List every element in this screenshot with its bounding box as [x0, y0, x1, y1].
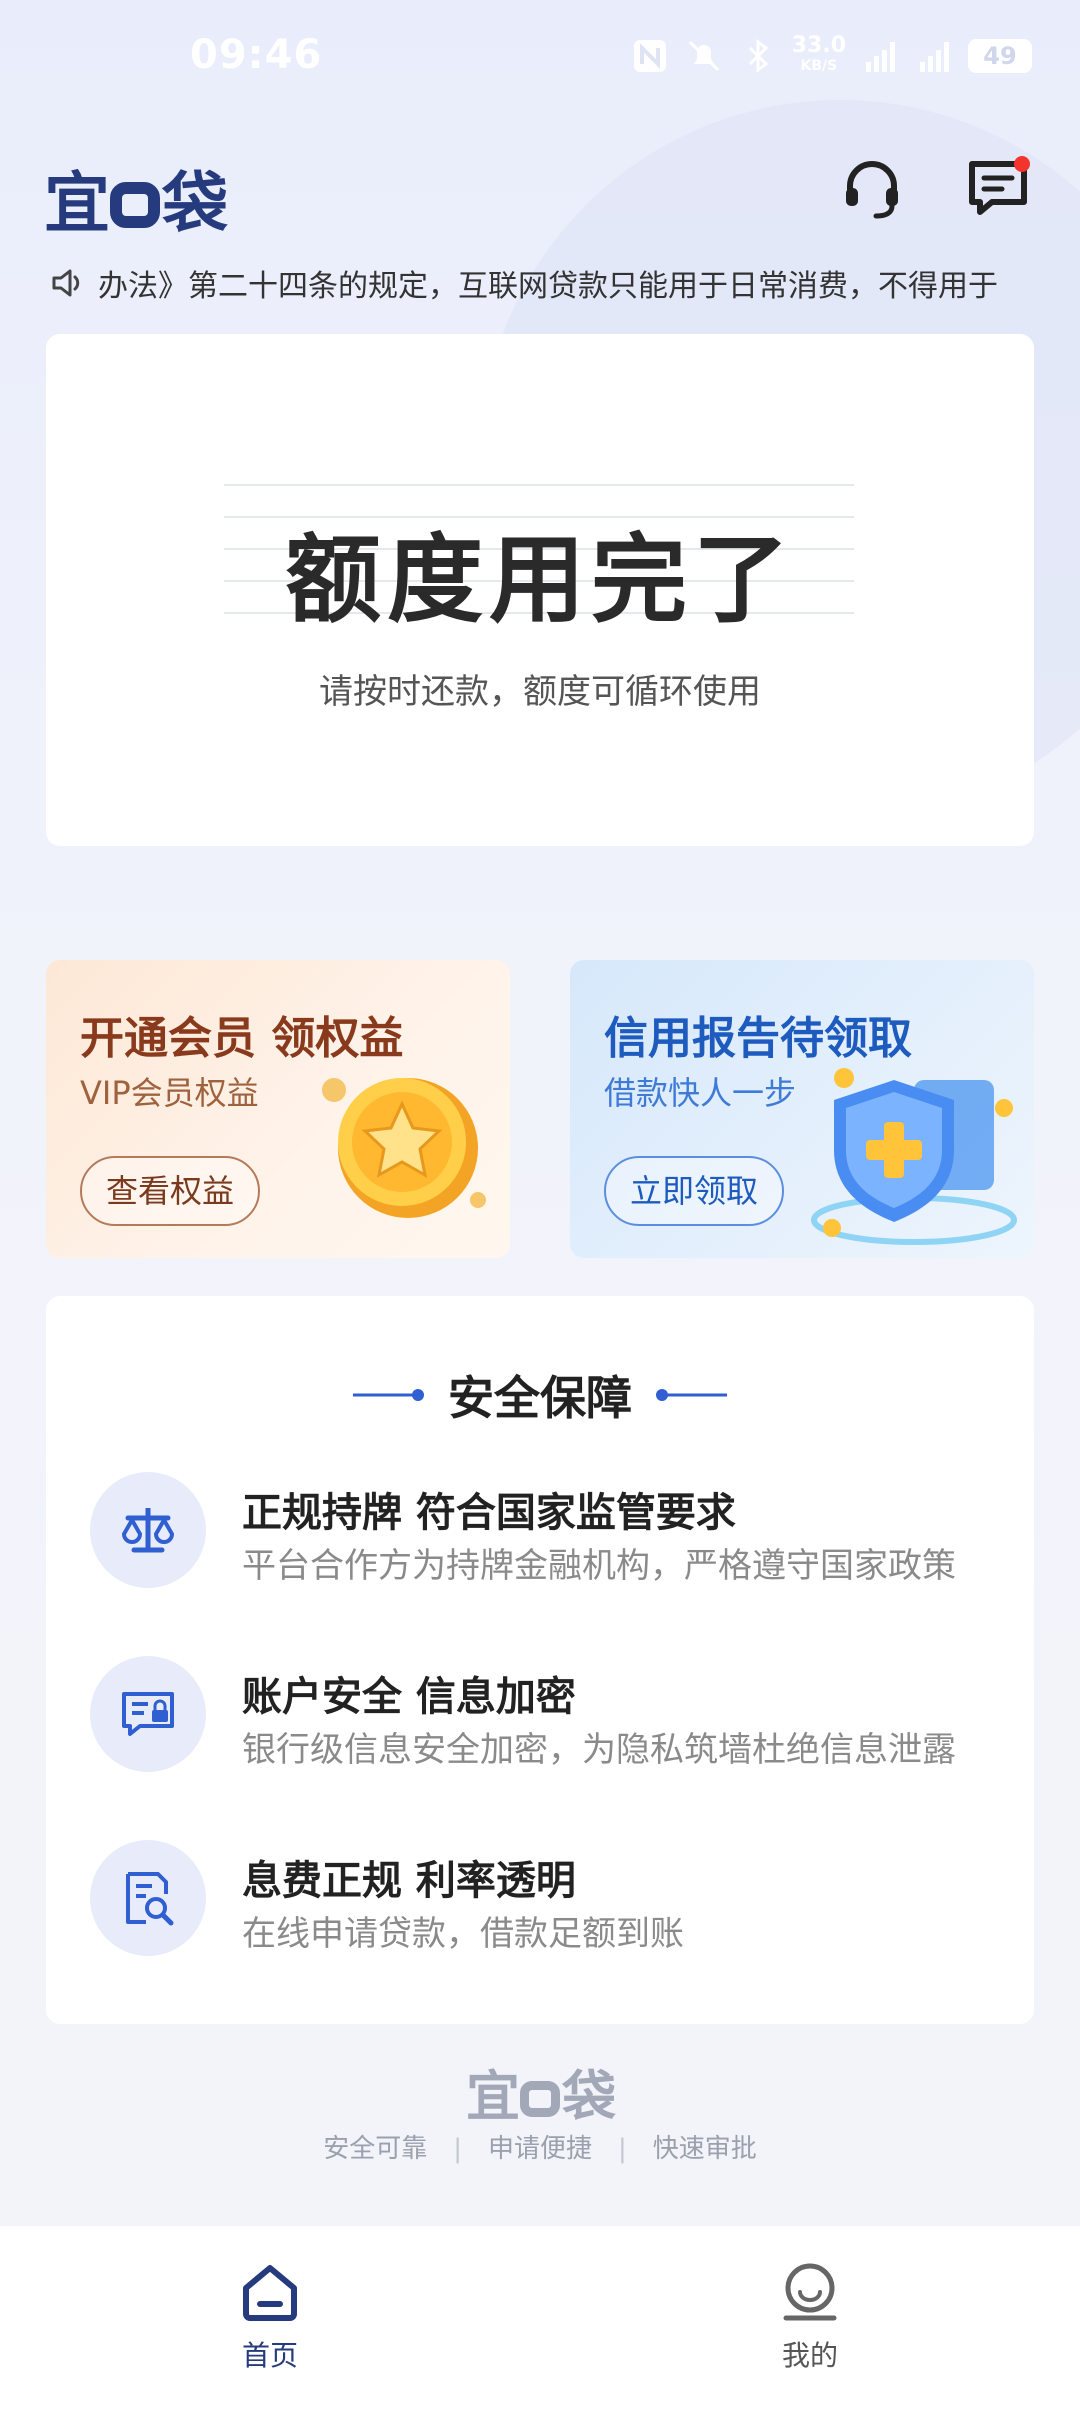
app-header: 宜袋 [0, 140, 1080, 242]
message-button[interactable] [962, 152, 1034, 224]
headset-icon [846, 161, 898, 219]
security-title-row: 安全保障 [46, 1362, 1034, 1428]
security-icon-wrap [90, 1840, 206, 1956]
coin-star-icon [322, 1078, 486, 1218]
vip-promo-subtitle: VIP会员权益 [80, 1074, 259, 1112]
tab-mine[interactable]: 我的 [710, 2260, 910, 2380]
notice-text: 办法》第二十四条的规定，互联网贷款只能用于日常消费，不得用于 [98, 269, 998, 304]
footer-tags: 安全可靠 | 申请便捷 | 快速审批 [323, 2134, 757, 2164]
mute-bell-icon [688, 40, 719, 72]
tab-home[interactable]: 首页 [170, 2260, 370, 2380]
user-face-icon [783, 2263, 837, 2321]
security-item-title: 账户安全 信息加密 [242, 1674, 576, 1720]
security-item-licensed: 正规持牌 符合国家监管要求 平台合作方为持牌金融机构，严格遵守国家政策 [90, 1472, 990, 1592]
shield-plus-icon [811, 1068, 1017, 1245]
unread-badge [1014, 156, 1030, 172]
bottom-tab-bar: 首页 我的 [0, 2226, 1080, 2412]
footer-tag: 快速审批 [652, 2134, 757, 2164]
footer-logo-o-mark [520, 2081, 560, 2117]
security-item-desc: 银行级信息安全加密，为隐私筑墙杜绝信息泄露 [242, 1730, 956, 1770]
balance-scale-icon [121, 1508, 175, 1553]
customer-service-button[interactable] [836, 152, 908, 224]
signal-5g-icon [920, 42, 949, 72]
security-icon-wrap [90, 1472, 206, 1588]
notice-bar[interactable]: 办法》第二十四条的规定，互联网贷款只能用于日常消费，不得用于 [48, 258, 1038, 308]
bluetooth-icon [748, 39, 769, 73]
footer-logo: 宜袋 [466, 2065, 616, 2128]
nfc-icon [633, 40, 666, 72]
signal-4g-icon [866, 42, 895, 72]
title-decoration-right [656, 1389, 728, 1401]
title-decoration-left [352, 1389, 424, 1401]
footer-tag: 申请便捷 [487, 2134, 592, 2164]
claim-now-button[interactable]: 立即领取 [604, 1156, 785, 1226]
quota-title: 额度用完了 [285, 524, 795, 636]
security-item-title: 正规持牌 符合国家监管要求 [242, 1490, 736, 1536]
footer-tag: 安全可靠 [323, 2134, 428, 2164]
secure-card-icon [122, 1692, 174, 1736]
credit-promo-title: 信用报告待领取 [604, 1013, 912, 1064]
tab-mine-label: 我的 [781, 2339, 838, 2372]
app-page: 09:46 33.0 KB/S 49 宜袋 办法》第二十四条的规定，互联网贷款只… [0, 0, 1080, 2412]
security-item-fees: 息费正规 利率透明 在线申请贷款，借款足额到账 [90, 1840, 990, 1960]
credit-promo-subtitle: 借款快人一步 [604, 1074, 797, 1112]
status-time: 09:46 [190, 32, 323, 78]
vip-promo-card[interactable]: 开通会员 领权益 VIP会员权益 查看权益 [46, 960, 510, 1258]
status-icons: 33.0 KB/S 49 [630, 33, 1032, 76]
tab-home-label: 首页 [241, 2339, 298, 2372]
brand-logo: 宜袋 [44, 165, 228, 242]
security-item-account: 账户安全 信息加密 银行级信息安全加密，为隐私筑墙杜绝信息泄露 [90, 1656, 990, 1776]
network-speed: 33.0 KB/S [791, 33, 846, 75]
view-benefits-button[interactable]: 查看权益 [80, 1156, 261, 1226]
battery-indicator: 49 [968, 39, 1032, 73]
security-item-desc: 在线申请贷款，借款足额到账 [242, 1914, 684, 1954]
quota-card: 额度用完了 请按时还款，额度可循环使用 [46, 334, 1034, 846]
security-icon-wrap [90, 1656, 206, 1772]
logo-o-mark [110, 182, 160, 228]
document-search-icon [126, 1872, 174, 1926]
speaker-icon [52, 269, 80, 297]
security-title: 安全保障 [448, 1371, 632, 1425]
home-icon [243, 2265, 297, 2321]
security-item-desc: 平台合作方为持牌金融机构，严格遵守国家政策 [242, 1546, 956, 1586]
credit-report-promo-card[interactable]: 信用报告待领取 借款快人一步 立即领取 [570, 960, 1034, 1258]
quota-subtitle: 请按时还款，额度可循环使用 [319, 672, 761, 712]
status-bar: 09:46 33.0 KB/S 49 [0, 0, 1080, 120]
security-item-title: 息费正规 利率透明 [242, 1858, 576, 1904]
security-card: 安全保障 正规持牌 符合国家监管要求 平台合作方为持牌金融机构，严格遵守国家政策 [46, 1296, 1034, 2024]
